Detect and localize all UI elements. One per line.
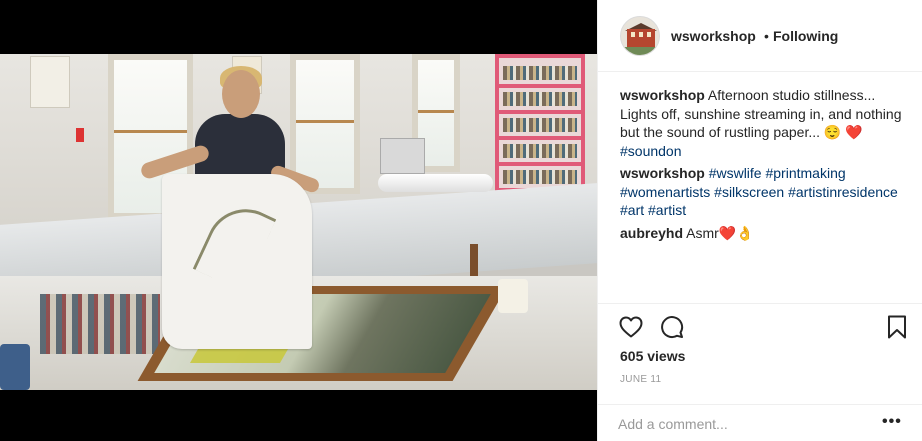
hashtag-link[interactable]: #wswlife xyxy=(709,165,762,181)
following-button[interactable]: Following xyxy=(773,28,838,44)
more-options-icon[interactable]: ••• xyxy=(882,413,902,431)
print-paper xyxy=(162,174,312,349)
header-username[interactable]: wsworkshop xyxy=(671,28,756,44)
hashtag-link[interactable]: #womenartists xyxy=(620,184,710,200)
avatar[interactable] xyxy=(620,16,660,56)
heart-emoji: ❤️ xyxy=(718,224,737,241)
post-actions: 605 views JUNE 11 ••• xyxy=(598,303,922,441)
post-header: wsworkshop • Following xyxy=(598,0,922,72)
speech-bubble-icon[interactable] xyxy=(659,314,685,340)
comments-list: wsworkshop Afternoon studio stillness...… xyxy=(620,86,912,246)
art-supplies xyxy=(40,294,160,354)
post-media[interactable] xyxy=(0,0,597,441)
comment-username[interactable]: aubreyhd xyxy=(620,225,683,241)
header-separator: • xyxy=(764,28,769,44)
printer xyxy=(380,138,425,174)
video-frame[interactable] xyxy=(0,54,597,390)
hashtag-link[interactable]: #soundon xyxy=(620,143,682,159)
hashtag-link[interactable]: #artist xyxy=(648,202,686,218)
comment-username[interactable]: wsworkshop xyxy=(620,165,705,181)
paper-roll xyxy=(378,174,493,192)
post-date: JUNE 11 xyxy=(620,374,662,385)
comment-input[interactable] xyxy=(618,414,858,434)
comment-text: Asmr xyxy=(686,224,719,241)
heart-emoji: ❤️ xyxy=(845,124,863,140)
artist-head xyxy=(222,70,260,118)
hashtag-comment: wsworkshop #wswlife #printmaking #womena… xyxy=(620,164,912,220)
hashtag-link[interactable]: #printmaking xyxy=(765,165,845,181)
caption-comment: wsworkshop Afternoon studio stillness...… xyxy=(620,86,912,160)
bookmark-icon[interactable] xyxy=(884,314,910,340)
jar xyxy=(498,279,528,313)
view-count[interactable]: 605 views xyxy=(620,348,685,364)
post-panel: wsworkshop • Following wsworkshop Aftern… xyxy=(597,0,922,441)
red-outlet xyxy=(76,128,84,142)
comment-username[interactable]: wsworkshop xyxy=(620,87,705,103)
ok-hand-emoji: 👌 xyxy=(736,224,754,241)
relieved-emoji: 😌 xyxy=(823,124,842,140)
hashtag-link[interactable]: #art xyxy=(620,202,644,218)
add-comment-bar: ••• xyxy=(598,404,922,441)
heart-outline-icon[interactable] xyxy=(618,314,644,340)
hashtag-link[interactable]: #silkscreen xyxy=(714,184,784,200)
blue-bucket xyxy=(0,344,30,390)
hashtag-link[interactable]: #artistinresidence xyxy=(788,184,898,200)
wall-poster xyxy=(30,56,70,108)
reply-comment: aubreyhd Asmr❤️👌 xyxy=(620,224,912,243)
